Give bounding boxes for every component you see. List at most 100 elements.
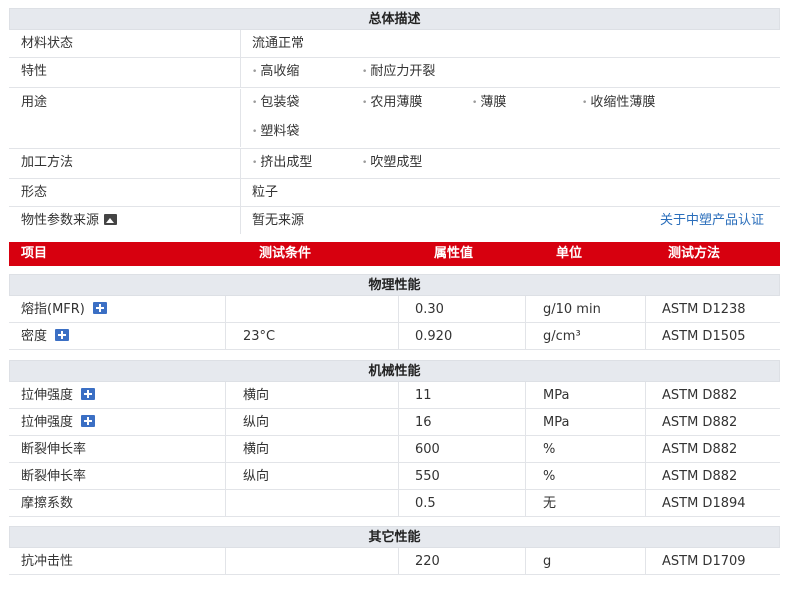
item-cell: 熔指(MFR) [9, 296, 226, 322]
plus-square-icon[interactable] [81, 388, 96, 400]
general-label: 形态 [9, 179, 241, 206]
item-cell: 拉伸强度 [9, 409, 226, 435]
table-row: 拉伸强度 纵向 16 MPa ASTM D882 [9, 409, 780, 436]
general-row-processing: 加工方法 挤出成型吹塑成型 [9, 149, 780, 178]
source-value: 暂无来源 [252, 213, 305, 228]
unit-cell: g/10 min [526, 296, 646, 322]
status-value: 流通正常 [252, 36, 305, 51]
value-cell: 600 [399, 436, 526, 462]
value-cell: 0.920 [399, 323, 526, 349]
method-cell: ASTM D882 [662, 442, 738, 457]
value-cell: 0.30 [399, 296, 526, 322]
item-cell: 抗冲击性 [9, 548, 226, 574]
plus-square-icon[interactable] [92, 302, 107, 314]
general-value: 流通正常 [241, 30, 780, 57]
table-row: 抗冲击性 220 g ASTM D1709 [9, 548, 780, 575]
item-name: 密度 [21, 329, 48, 344]
section-physical: 物理性能 熔指(MFR) 0.30 g/10 min ASTM D1238 密度… [9, 274, 780, 350]
table-row: 断裂伸长率 纵向 550 % ASTM D882 [9, 463, 780, 490]
use-tag[interactable]: 包装袋 [252, 89, 362, 118]
condition-cell: 23°C [226, 323, 399, 349]
process-tag[interactable]: 挤出成型 [252, 149, 362, 178]
condition-cell: 纵向 [226, 409, 399, 435]
use-tag[interactable]: 农用薄膜 [362, 89, 472, 118]
item-cell: 断裂伸长率 [9, 463, 226, 489]
item-name: 拉伸强度 [21, 388, 74, 403]
column-value: 属性值 [434, 246, 474, 261]
condition-cell [226, 490, 399, 516]
use-tag[interactable]: 收缩性薄膜 [582, 89, 692, 118]
plus-square-icon[interactable] [55, 329, 70, 341]
unit-cell: MPa [526, 382, 646, 408]
use-tag[interactable]: 塑料袋 [252, 118, 362, 147]
general-value: 粒子 [241, 179, 780, 206]
unit-cell: % [526, 463, 646, 489]
form-value: 粒子 [252, 185, 279, 200]
method-cell: ASTM D882 [662, 415, 738, 430]
unit-cell: g [526, 548, 646, 574]
unit-cell: 无 [526, 490, 646, 516]
general-row-status: 材料状态 流通正常 [9, 30, 780, 58]
general-row-form: 形态 粒子 [9, 178, 780, 207]
general-value: 高收缩耐应力开裂 [241, 58, 780, 87]
column-unit: 单位 [556, 246, 583, 261]
plus-square-icon[interactable] [81, 415, 96, 427]
value-cell: 0.5 [399, 490, 526, 516]
condition-cell [226, 548, 399, 574]
use-tag[interactable]: 薄膜 [472, 89, 582, 118]
source-label: 物性参数来源 [21, 213, 100, 228]
table-row: 断裂伸长率 横向 600 % ASTM D882 [9, 436, 780, 463]
value-cell: 220 [399, 548, 526, 574]
method-cell: ASTM D882 [662, 388, 738, 403]
item-cell: 密度 [9, 323, 226, 349]
value-cell: 11 [399, 382, 526, 408]
item-cell: 摩擦系数 [9, 490, 226, 516]
value-cell: 550 [399, 463, 526, 489]
condition-cell [226, 296, 399, 322]
general-label: 特性 [9, 58, 241, 87]
method-cell: ASTM D1505 [662, 329, 746, 344]
general-label: 材料状态 [9, 30, 241, 57]
unit-cell: % [526, 436, 646, 462]
process-tag[interactable]: 吹塑成型 [362, 149, 472, 178]
general-value: 包装袋农用薄膜薄膜收缩性薄膜 塑料袋 [241, 89, 780, 147]
general-description-header: 总体描述 [9, 8, 780, 30]
condition-cell: 横向 [226, 436, 399, 462]
general-description-table: 材料状态 流通正常 特性 高收缩耐应力开裂 用途 包装袋农用薄膜薄膜收缩性薄膜 … [9, 30, 780, 234]
section-other: 其它性能 抗冲击性 220 g ASTM D1709 [9, 526, 780, 575]
unit-cell: MPa [526, 409, 646, 435]
table-row: 密度 23°C 0.920 g/cm³ ASTM D1505 [9, 323, 780, 350]
table-row: 熔指(MFR) 0.30 g/10 min ASTM D1238 [9, 296, 780, 323]
column-item: 项目 [21, 246, 48, 261]
feature-tag[interactable]: 耐应力开裂 [362, 58, 472, 87]
method-cell: ASTM D1238 [662, 302, 746, 317]
value-cell: 16 [399, 409, 526, 435]
section-mechanical: 机械性能 拉伸强度 横向 11 MPa ASTM D882 拉伸强度 纵向 16… [9, 360, 780, 517]
item-cell: 拉伸强度 [9, 382, 226, 408]
general-row-features: 特性 高收缩耐应力开裂 [9, 58, 780, 88]
section-title: 其它性能 [9, 526, 780, 548]
properties-column-header: 项目 测试条件 属性值 单位 测试方法 [9, 242, 780, 266]
general-row-uses: 用途 包装袋农用薄膜薄膜收缩性薄膜 塑料袋 [9, 88, 780, 149]
condition-cell: 纵向 [226, 463, 399, 489]
table-row: 拉伸强度 横向 11 MPa ASTM D882 [9, 382, 780, 409]
picture-icon[interactable] [104, 214, 118, 225]
condition-cell: 横向 [226, 382, 399, 408]
datasheet: 总体描述 材料状态 流通正常 特性 高收缩耐应力开裂 用途 包装袋农用薄膜薄膜收… [9, 8, 780, 575]
feature-tag[interactable]: 高收缩 [252, 58, 362, 87]
general-label: 加工方法 [9, 149, 241, 178]
method-cell: ASTM D1709 [662, 554, 746, 569]
certification-link[interactable]: 关于中塑产品认证 [660, 207, 764, 234]
section-title: 机械性能 [9, 360, 780, 382]
item-name: 熔指(MFR) [21, 302, 85, 317]
general-value: 暂无来源 关于中塑产品认证 [241, 207, 780, 234]
table-row: 摩擦系数 0.5 无 ASTM D1894 [9, 490, 780, 517]
unit-cell: g/cm³ [526, 323, 646, 349]
general-label: 物性参数来源 [9, 207, 241, 234]
general-label: 用途 [9, 89, 241, 147]
section-title: 物理性能 [9, 274, 780, 296]
item-cell: 断裂伸长率 [9, 436, 226, 462]
general-value: 挤出成型吹塑成型 [241, 149, 780, 178]
method-cell: ASTM D882 [662, 469, 738, 484]
column-method: 测试方法 [668, 246, 721, 261]
